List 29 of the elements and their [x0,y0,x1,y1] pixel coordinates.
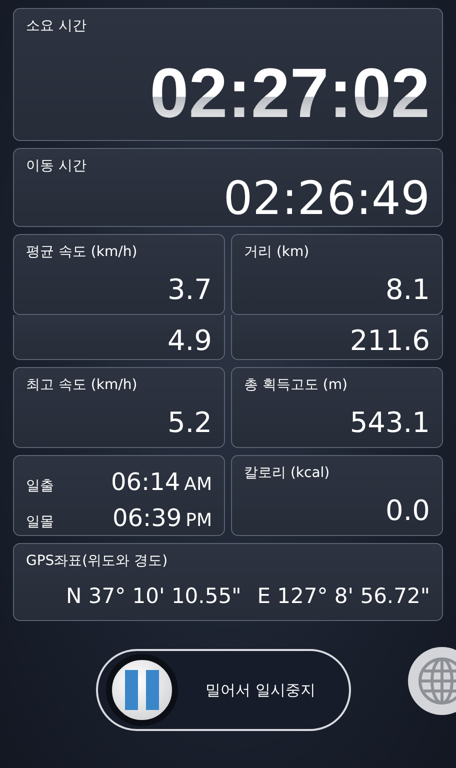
moving-time-value: 02:26:49 [223,175,430,221]
longitude-text: E 127° 8' 56.72" [257,584,430,608]
total-time-label: 소요 시간 [26,17,88,35]
moving-time-label: 이동 시간 [26,157,88,175]
latitude-text: N 37° 10' 10.55" [66,584,242,608]
stat-value: 211.6 [350,327,430,355]
stat-label: 평균 속도 (km/h) [26,243,138,261]
slide-to-pause-slider[interactable]: 밀어서 일시중지 [96,649,350,731]
calories-label: 칼로리 (kcal) [244,464,331,482]
pause-icon [124,670,158,710]
sun-label: 일몰 [26,513,54,531]
stat-value: 5.2 [167,409,212,437]
stat-value: 3.7 [167,276,212,304]
ampm-text: AM [184,474,212,495]
stat-value: 543.1 [350,409,430,437]
pause-knob[interactable] [106,654,178,726]
sun-label: 일출 [26,477,54,495]
sun-time: 06:39 [112,504,182,532]
slider-label: 밀어서 일시중지 [206,680,316,700]
stat-label: 최고 속도 (km/h) [26,376,138,394]
calories-value: 0.0 [385,497,430,525]
sun-time: 06:14 [110,468,180,496]
globe-icon[interactable] [407,646,456,716]
stat-value: 8.1 [385,276,430,304]
ampm-text: PM [186,510,212,531]
stat-label: 거리 (km) [244,243,310,261]
stat-label: 총 획득고도 (m) [244,376,348,394]
gps-label: GPS좌표(위도와 경도) [26,552,169,570]
stat-value: 4.9 [167,327,212,355]
